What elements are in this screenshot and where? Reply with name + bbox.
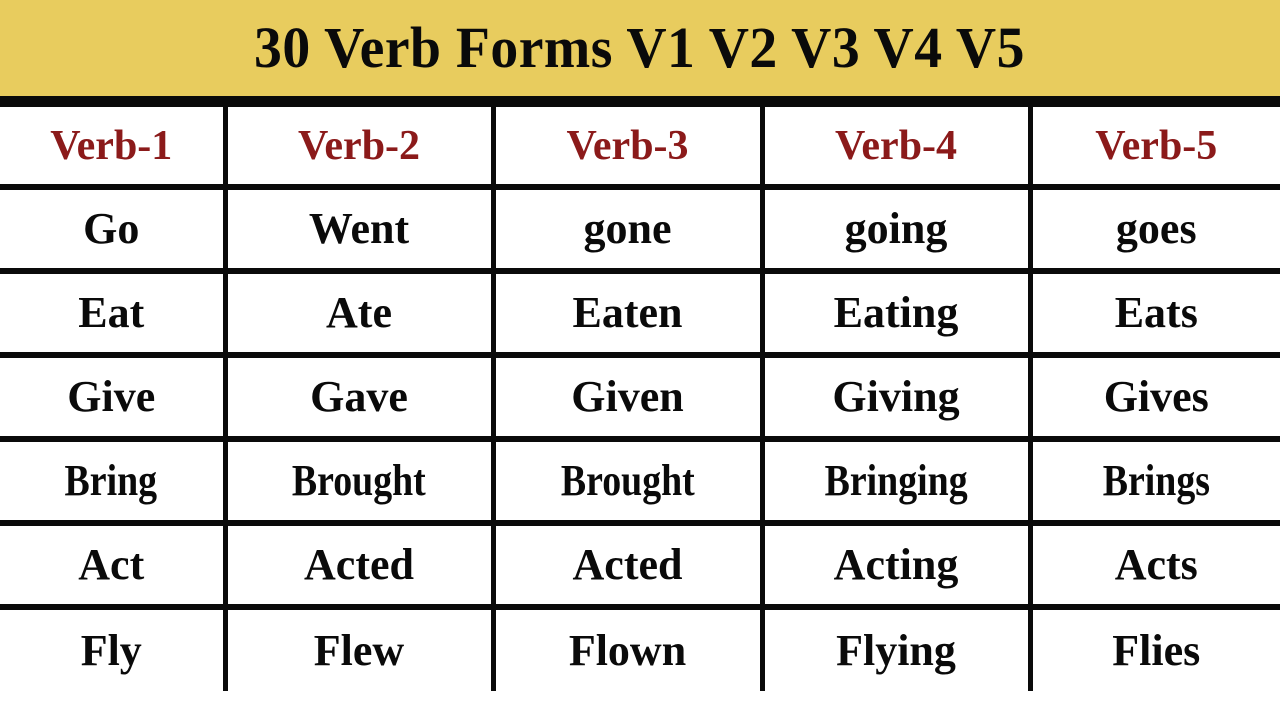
cell-label: goes (1115, 204, 1197, 253)
cell-label: Giving (832, 372, 960, 421)
cell-label: Brought (560, 456, 695, 505)
column-header-verb-1: Verb-1 (0, 107, 228, 190)
table-row: Act Acted Acted Acting Acts (0, 523, 1280, 610)
cell-label: Act (78, 540, 145, 589)
title-banner: 30 Verb Forms V1 V2 V3 V4 V5 (0, 0, 1280, 96)
column-header-verb-3: Verb-3 (493, 107, 765, 190)
cell-label: gone (583, 204, 672, 253)
column-header-verb-4: Verb-4 (762, 107, 1033, 190)
cell-label: Eating (833, 288, 959, 337)
table-cell: Acts (1030, 523, 1280, 610)
cell-label: Eaten (572, 288, 683, 337)
table-cell: Flown (493, 607, 765, 691)
cell-label: Give (67, 372, 156, 421)
table-header: Verb-1 Verb-2 Verb-3 Verb-4 Verb-5 (0, 107, 1280, 190)
cell-label: Acted (572, 540, 683, 589)
cell-label: Gave (310, 372, 408, 421)
table-cell: Eating (762, 271, 1033, 358)
table-cell: Flies (1030, 607, 1280, 691)
cell-label: Eat (78, 288, 145, 337)
table-cell: Flying (762, 607, 1033, 691)
cell-label: Brought (292, 456, 426, 505)
cell-label: Flew (313, 625, 405, 675)
table-cell: Bring (0, 439, 228, 526)
table-cell: Eaten (493, 271, 765, 358)
table-row: Fly Flew Flown Flying Flies (0, 607, 1280, 691)
cell-label: Given (571, 372, 684, 421)
table-cell: Eats (1030, 271, 1280, 358)
table-cell: Acted (493, 523, 765, 610)
table-cell: Flew (225, 607, 496, 691)
cell-label: Brings (1102, 456, 1210, 505)
table-body: Go Went gone going goes Eat Ate Eaten Ea… (0, 187, 1280, 691)
table-row: Go Went gone going goes (0, 187, 1280, 274)
table-cell: Acted (225, 523, 496, 610)
banner-divider (0, 96, 1280, 107)
cell-label: Eats (1114, 288, 1198, 337)
table-cell: Brought (225, 439, 496, 526)
table-cell: Given (493, 355, 765, 442)
table-cell: Brought (493, 439, 765, 526)
table-cell: Fly (0, 607, 228, 691)
column-header-label: Verb-5 (1095, 122, 1218, 169)
table-cell: Go (0, 187, 228, 274)
table-cell: Bringing (762, 439, 1033, 526)
column-header-label: Verb-4 (834, 122, 958, 169)
cell-label: Flies (1112, 625, 1201, 675)
table-cell: Brings (1030, 439, 1280, 526)
cell-label: Flying (836, 625, 956, 675)
cell-label: Acts (1114, 540, 1198, 589)
verb-forms-table: Verb-1 Verb-2 Verb-3 Verb-4 Verb-5 Go We… (0, 107, 1280, 691)
table-cell: Give (0, 355, 228, 442)
table-cell: Went (225, 187, 496, 274)
table-cell: Eat (0, 271, 228, 358)
cell-label: Acting (833, 540, 959, 589)
cell-label: Flown (568, 625, 687, 675)
cell-label: Went (308, 204, 410, 253)
table-cell: Gives (1030, 355, 1280, 442)
page-title: 30 Verb Forms V1 V2 V3 V4 V5 (254, 15, 1026, 80)
verb-table-container: Verb-1 Verb-2 Verb-3 Verb-4 Verb-5 Go We… (0, 107, 1280, 720)
cell-label: Ate (326, 288, 392, 337)
table-header-row: Verb-1 Verb-2 Verb-3 Verb-4 Verb-5 (0, 107, 1280, 190)
cell-label: Bringing (824, 456, 968, 505)
table-cell: going (762, 187, 1033, 274)
column-header-label: Verb-3 (566, 122, 689, 169)
table-cell: Act (0, 523, 228, 610)
column-header-label: Verb-2 (297, 122, 421, 169)
table-cell: Ate (225, 271, 496, 358)
cell-label: Gives (1103, 372, 1209, 421)
column-header-verb-2: Verb-2 (225, 107, 496, 190)
table-cell: Acting (762, 523, 1033, 610)
column-header-label: Verb-1 (50, 122, 173, 169)
table-cell: Giving (762, 355, 1033, 442)
table-row: Eat Ate Eaten Eating Eats (0, 271, 1280, 358)
table-cell: goes (1030, 187, 1280, 274)
table-row: Bring Brought Brought Bringing Brings (0, 439, 1280, 526)
cell-label: Go (83, 204, 140, 253)
cell-label: going (844, 204, 948, 253)
table-row: Give Gave Given Giving Gives (0, 355, 1280, 442)
table-cell: Gave (225, 355, 496, 442)
cell-label: Acted (304, 540, 414, 589)
verb-forms-page: 30 Verb Forms V1 V2 V3 V4 V5 Verb-1 Verb… (0, 0, 1280, 720)
cell-label: Bring (64, 456, 158, 505)
column-header-verb-5: Verb-5 (1030, 107, 1280, 190)
table-cell: gone (493, 187, 765, 274)
cell-label: Fly (80, 625, 142, 675)
